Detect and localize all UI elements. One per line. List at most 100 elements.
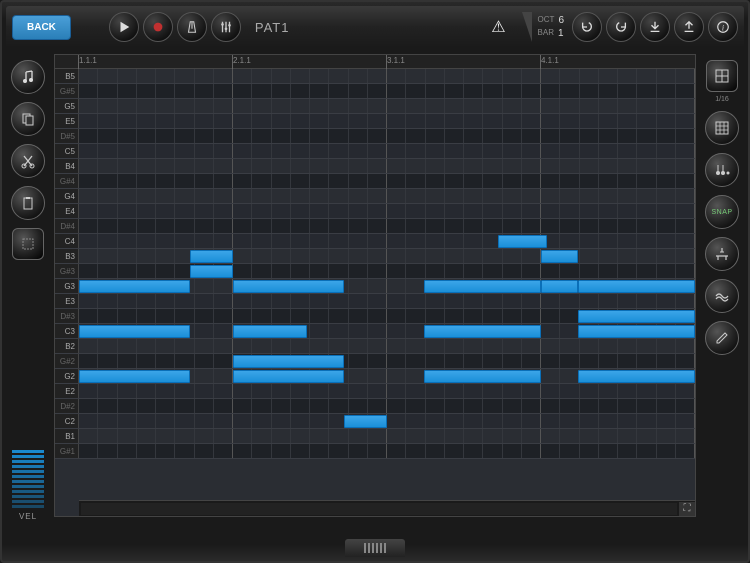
undo-button[interactable] [572, 12, 602, 42]
view-mode-button[interactable] [706, 60, 738, 92]
midi-note[interactable] [233, 370, 344, 383]
ruler-mark: 4.1.1 [541, 56, 559, 65]
cut-tool[interactable] [11, 144, 45, 178]
export-button[interactable] [674, 12, 704, 42]
piano-roll-area[interactable]: 1.1.12.1.13.1.14.1.1 B5G#5G5E5D#5C5B4G#4… [54, 54, 696, 517]
midi-note[interactable] [190, 265, 233, 278]
expand-icon[interactable]: ⛶ [679, 502, 695, 516]
notes-tool[interactable] [11, 60, 45, 94]
midi-note[interactable] [233, 280, 344, 293]
piano-row[interactable]: C4 [55, 234, 695, 249]
piano-row[interactable]: B3 [55, 249, 695, 264]
info-button[interactable]: i [708, 12, 738, 42]
scrollbar-track[interactable] [81, 503, 677, 515]
midi-note[interactable] [79, 280, 190, 293]
midi-note[interactable] [79, 325, 190, 338]
note-label: C5 [55, 144, 79, 158]
piano-row[interactable]: B2 [55, 339, 695, 354]
piano-row[interactable]: D#5 [55, 129, 695, 144]
copy-tool[interactable] [11, 102, 45, 136]
note-label: G4 [55, 189, 79, 203]
midi-note[interactable] [79, 370, 190, 383]
note-label: C4 [55, 234, 79, 248]
midi-note[interactable] [541, 250, 578, 263]
piano-row[interactable]: E2 [55, 384, 695, 399]
note-label: G3 [55, 279, 79, 293]
play-button[interactable] [109, 12, 139, 42]
midi-note[interactable] [233, 325, 307, 338]
midi-note[interactable] [190, 250, 233, 263]
midi-note[interactable] [578, 310, 695, 323]
quantize-button[interactable] [705, 237, 739, 271]
note-label: C2 [55, 414, 79, 428]
wave-button[interactable] [705, 279, 739, 313]
note-label: D#4 [55, 219, 79, 233]
back-button[interactable]: BACK [12, 15, 71, 40]
warning-icon[interactable]: ⚠ [491, 17, 505, 37]
note-label: G#3 [55, 264, 79, 278]
note-label: G5 [55, 99, 79, 113]
pencil-tool[interactable] [705, 321, 739, 355]
piano-row[interactable]: G#3 [55, 264, 695, 279]
midi-note[interactable] [578, 325, 695, 338]
piano-row[interactable]: G#4 [55, 174, 695, 189]
select-tool[interactable] [12, 228, 44, 260]
piano-row[interactable]: C3 [55, 324, 695, 339]
piano-row[interactable]: B5 [55, 69, 695, 84]
piano-row[interactable]: G5 [55, 99, 695, 114]
piano-roll-grid[interactable]: B5G#5G5E5D#5C5B4G#4G4E4D#4C4B3G#3G3E3D#3… [55, 69, 695, 498]
piano-row[interactable]: G2 [55, 369, 695, 384]
piano-row[interactable]: G3 [55, 279, 695, 294]
midi-note[interactable] [424, 325, 541, 338]
note-label: G2 [55, 369, 79, 383]
redo-button[interactable] [606, 12, 636, 42]
mixer-button[interactable] [211, 12, 241, 42]
piano-row[interactable]: B4 [55, 159, 695, 174]
midi-note[interactable] [498, 235, 547, 248]
ruler-mark: 2.1.1 [233, 56, 251, 65]
snap-button[interactable]: SNAP [705, 195, 739, 229]
divider [522, 12, 532, 42]
piano-row[interactable]: G#1 [55, 444, 695, 459]
piano-row[interactable]: C2 [55, 414, 695, 429]
velocity-meter[interactable]: VEL [10, 450, 46, 521]
import-button[interactable] [640, 12, 670, 42]
midi-note[interactable] [541, 280, 578, 293]
note-label: E5 [55, 114, 79, 128]
note-label: E2 [55, 384, 79, 398]
piano-row[interactable]: G4 [55, 189, 695, 204]
grid-button[interactable] [705, 111, 739, 145]
midi-note[interactable] [578, 370, 695, 383]
grid-resolution-label: 1/16 [715, 96, 729, 103]
piano-row[interactable]: D#2 [55, 399, 695, 414]
midi-note[interactable] [233, 355, 344, 368]
note-label: B4 [55, 159, 79, 173]
keyboard-handle[interactable] [345, 539, 405, 557]
note-length-button[interactable] [705, 153, 739, 187]
piano-row[interactable]: E3 [55, 294, 695, 309]
piano-row[interactable]: D#4 [55, 219, 695, 234]
midi-note[interactable] [424, 280, 541, 293]
midi-note[interactable] [424, 370, 541, 383]
record-button[interactable] [143, 12, 173, 42]
ruler-mark: 1.1.1 [79, 56, 97, 65]
note-label: D#3 [55, 309, 79, 323]
piano-row[interactable]: G#5 [55, 84, 695, 99]
note-label: C3 [55, 324, 79, 338]
note-label: G#1 [55, 444, 79, 458]
piano-row[interactable]: C5 [55, 144, 695, 159]
piano-row[interactable]: E4 [55, 204, 695, 219]
note-label: G#4 [55, 174, 79, 188]
piano-row[interactable]: E5 [55, 114, 695, 129]
piano-row[interactable]: G#2 [55, 354, 695, 369]
metronome-button[interactable] [177, 12, 207, 42]
midi-note[interactable] [344, 415, 387, 428]
midi-note[interactable] [578, 280, 695, 293]
top-toolbar: BACK PAT1 ⚠ OCT6 BAR1 [6, 6, 744, 48]
piano-row[interactable]: D#3 [55, 309, 695, 324]
mini-scrollbar: ⛶ [79, 500, 695, 516]
paste-tool[interactable] [11, 186, 45, 220]
piano-row[interactable]: B1 [55, 429, 695, 444]
time-ruler[interactable]: 1.1.12.1.13.1.14.1.1 [55, 55, 695, 69]
note-label: D#5 [55, 129, 79, 143]
